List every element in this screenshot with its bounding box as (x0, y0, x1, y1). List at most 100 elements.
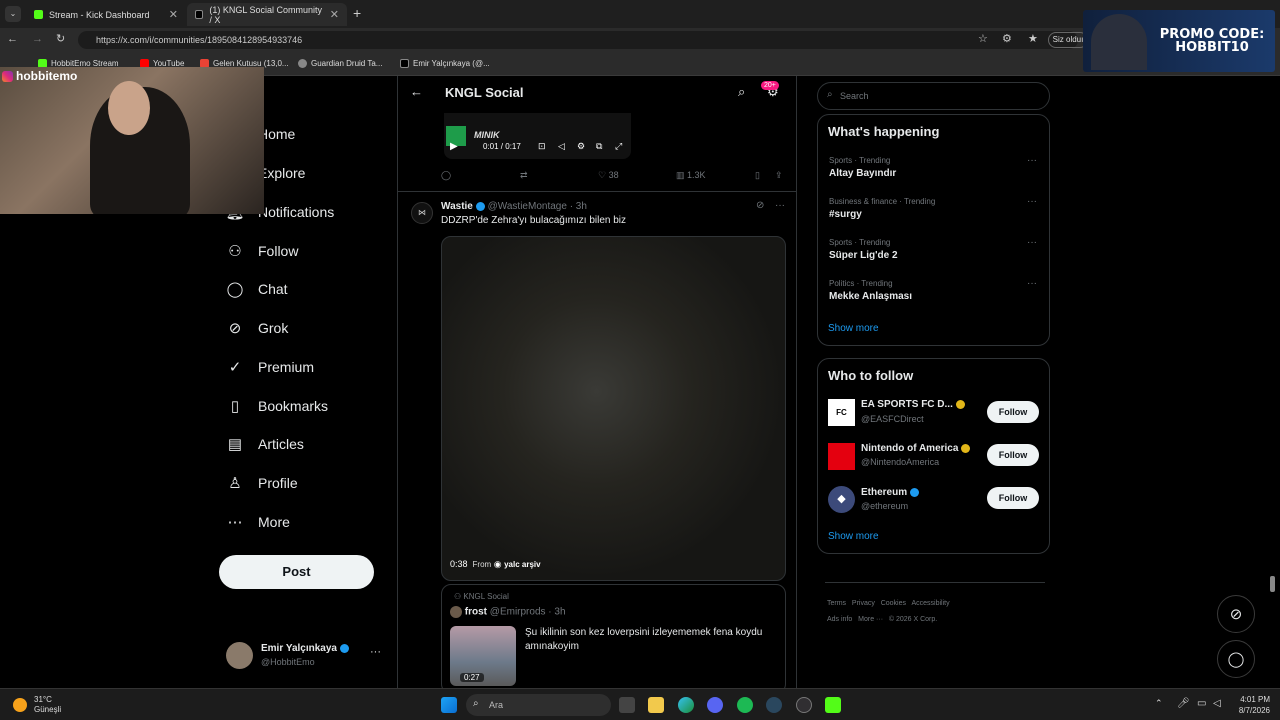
sidebar-item-bookmarks[interactable]: ▯ Bookmarks (226, 391, 328, 421)
tab-kick-dashboard[interactable]: Stream - Kick Dashboard ✕ (26, 3, 186, 26)
network-icon[interactable]: ▭ (1197, 698, 1206, 709)
trend-item[interactable]: Business & finance · Trending #surgy (829, 197, 935, 220)
share-icon[interactable]: ⇪ (775, 170, 783, 181)
tab-menu-button[interactable]: ⌄ (5, 6, 21, 22)
search-input[interactable]: ⌕ Search (817, 82, 1050, 110)
sidebar-item-chat[interactable]: ◯ Chat (226, 274, 288, 304)
play-icon[interactable]: ▶ (450, 141, 458, 152)
views-button[interactable]: ▥ 1.3K (676, 170, 706, 181)
sidebar-item-follow[interactable]: ⚇ Follow (226, 236, 298, 266)
bookmark-icon[interactable]: ▯ (755, 170, 760, 181)
sidebar-item-profile[interactable]: ♙ Profile (226, 468, 297, 498)
wtf-name-row[interactable]: Ethereum (861, 487, 920, 498)
weather-icon[interactable] (13, 698, 27, 712)
community-tag[interactable]: ⚇ KNGL Social (454, 592, 509, 601)
post-author-name[interactable]: Wastie (441, 201, 473, 212)
file-explorer-icon[interactable] (648, 697, 664, 713)
wtf-handle[interactable]: @EASFCDirect (861, 414, 924, 424)
messages-float-button[interactable]: ◯ (1217, 640, 1255, 678)
nintendo-avatar[interactable] (828, 443, 855, 470)
quoted-post[interactable]: ⚇ KNGL Social frost @Emirprods · 3h 0:27… (441, 584, 786, 688)
wtf-name-row[interactable]: EA SPORTS FC D... (861, 399, 965, 410)
ea-sports-avatar[interactable]: FC (828, 399, 855, 426)
footer-link[interactable]: Cookies (881, 600, 906, 607)
like-button[interactable]: ♡ 38 (598, 170, 619, 181)
footer-link[interactable]: Terms (827, 600, 846, 607)
spotify-icon[interactable] (737, 697, 753, 713)
back-arrow-icon[interactable]: ← (410, 84, 423, 99)
footer-link[interactable]: Accessibility (911, 600, 949, 607)
kick-app-icon[interactable] (825, 697, 841, 713)
trend-more-icon[interactable]: ··· (1027, 155, 1037, 166)
sidebar-item-grok[interactable]: ⊘ Grok (226, 313, 289, 343)
microphone-icon[interactable]: 🎤︎ (1177, 698, 1190, 709)
sidebar-item-more[interactable]: ⋯ More (226, 507, 290, 537)
grok-analyze-icon[interactable]: ⊘ (756, 200, 764, 211)
follow-button[interactable]: Follow (987, 444, 1039, 466)
steam-icon[interactable] (766, 697, 782, 713)
forward-icon[interactable]: → (32, 33, 43, 45)
task-view-icon[interactable] (619, 697, 635, 713)
extensions-icon[interactable]: ⚙ (1002, 32, 1012, 45)
wtf-handle[interactable]: @ethereum (861, 501, 908, 511)
trend-more-icon[interactable]: ··· (1027, 196, 1037, 207)
follow-button[interactable]: Follow (987, 401, 1039, 423)
taskbar-search[interactable]: ⌕ Ara (466, 694, 611, 716)
post-more-icon[interactable]: ··· (775, 200, 785, 211)
sidebar-item-articles[interactable]: ▤ Articles (226, 429, 304, 459)
grok-float-button[interactable]: ⊘ (1217, 595, 1255, 633)
trend-item[interactable]: Politics · Trending Mekke Anlaşması (829, 279, 912, 302)
edge-icon[interactable] (678, 697, 694, 713)
volume-icon[interactable]: ◁ (1213, 698, 1221, 709)
favorite-star-icon[interactable]: ☆ (978, 32, 988, 45)
ethereum-avatar[interactable]: ◆ (828, 486, 855, 513)
video-thumbnail[interactable]: 0:27 (450, 626, 516, 686)
collections-icon[interactable]: ★ (1028, 32, 1038, 45)
captions-icon[interactable]: ⊡ (538, 141, 546, 152)
weather-widget[interactable]: 31°C Güneşli (34, 695, 61, 715)
post-time[interactable]: · 3h (570, 201, 587, 212)
account-switcher[interactable]: Emir Yalçınkaya @HobbitEmo ··· (226, 639, 386, 673)
new-tab-button[interactable]: + (353, 5, 361, 21)
windows-start-icon[interactable] (441, 697, 457, 713)
clock[interactable]: 4:01 PM 8/7/2026 (1232, 694, 1270, 716)
trend-more-icon[interactable]: ··· (1027, 278, 1037, 289)
sidebar-item-premium[interactable]: ✓ Premium (226, 352, 314, 382)
post-author-handle[interactable]: @WastieMontage (488, 201, 567, 212)
trend-more-icon[interactable]: ··· (1027, 237, 1037, 248)
footer-link[interactable]: Privacy (852, 600, 875, 607)
trend-item[interactable]: Sports · Trending Altay Bayındır (829, 156, 896, 179)
post-button[interactable]: Post (219, 555, 374, 589)
video-player[interactable]: MINIK ▶ 0:01 / 0:17 ⊡ ◁ ⚙ ⧉ ⤢ (444, 113, 631, 159)
reply-icon[interactable]: ◯ (441, 170, 451, 181)
show-more-link[interactable]: Show more (828, 323, 879, 334)
show-more-link[interactable]: Show more (828, 531, 879, 542)
close-tab-icon[interactable]: ✕ (330, 8, 339, 21)
refresh-icon[interactable]: ↻ (56, 32, 65, 45)
post-avatar[interactable]: ⋈ (411, 202, 433, 224)
discord-icon[interactable] (707, 697, 723, 713)
more-dots-icon[interactable]: ··· (370, 646, 381, 658)
repost-icon[interactable]: ⇄ (520, 170, 528, 181)
from-name[interactable]: yalc arşiv (504, 560, 540, 569)
close-tab-icon[interactable]: ✕ (169, 8, 178, 21)
footer-link[interactable]: Ads info (827, 616, 852, 623)
post-video[interactable]: 0:38 From ◉ yalc arşiv (441, 236, 786, 581)
page-scrollbar[interactable] (1270, 576, 1275, 592)
wtf-name-row[interactable]: Nintendo of America (861, 443, 971, 454)
wtf-handle[interactable]: @NintendoAmerica (861, 457, 939, 467)
obs-icon[interactable] (796, 697, 812, 713)
pip-icon[interactable]: ⧉ (596, 141, 602, 152)
fullscreen-icon[interactable]: ⤢ (615, 141, 622, 152)
mute-icon[interactable]: ◁ (558, 141, 565, 152)
footer-link[interactable]: More ··· (858, 616, 883, 623)
trend-item[interactable]: Sports · Trending Süper Lig'de 2 (829, 238, 898, 261)
url-field[interactable]: https://x.com/i/communities/189508412895… (78, 31, 1078, 49)
back-icon[interactable]: ← (7, 33, 18, 45)
bookmark-item[interactable]: Emir Yalçınkaya (@... (400, 59, 490, 68)
tray-chevron-icon[interactable]: ⌃ (1155, 698, 1163, 709)
search-icon[interactable]: ⌕ (738, 84, 745, 100)
profile-button[interactable]: Siz olduı (1048, 32, 1088, 48)
bookmark-item[interactable]: Guardian Druid Ta... (298, 59, 382, 68)
follow-button[interactable]: Follow (987, 487, 1039, 509)
